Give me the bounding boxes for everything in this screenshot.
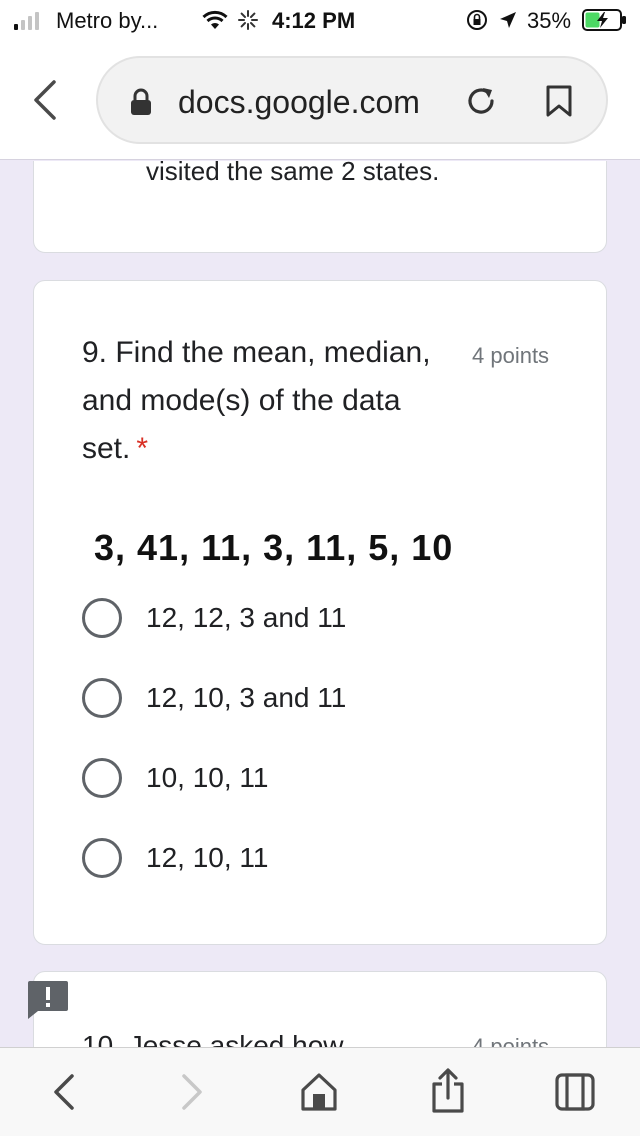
battery-percent: 35%: [527, 8, 572, 33]
previous-question-card: visited the same 2 states.: [33, 161, 607, 253]
option-label: 10, 10, 11: [146, 762, 269, 793]
url-text: docs.google.com: [178, 84, 420, 120]
question-text: 9. Find the mean, median, and mode(s) of…: [82, 336, 431, 465]
back-chevron-icon[interactable]: [30, 78, 60, 122]
question-card-9: 9. Find the mean, median, and mode(s) of…: [33, 280, 607, 945]
browser-toolbar: [0, 1047, 640, 1136]
home-icon[interactable]: [300, 1072, 338, 1112]
bookmark-icon[interactable]: [546, 85, 572, 117]
status-time: 4:12 PM: [272, 8, 356, 33]
orientation-lock-icon: [467, 10, 487, 30]
forward-arrow-icon[interactable]: [178, 1072, 206, 1112]
radio-button[interactable]: [82, 758, 122, 798]
question-points: 4 points: [472, 343, 550, 368]
status-bar: Metro by... 4:12 PM 35%: [0, 0, 640, 40]
reload-icon[interactable]: [464, 84, 498, 118]
answer-option-3[interactable]: 10, 10, 11: [82, 756, 562, 800]
option-label: 12, 10, 11: [146, 842, 269, 873]
radio-button[interactable]: [82, 678, 122, 718]
battery-charging-icon: [582, 9, 626, 31]
form-content[interactable]: visited the same 2 states. 9. Find the m…: [0, 161, 640, 1047]
question-title: 10. Jesse asked how: [82, 1030, 344, 1047]
question-card-10: 10. Jesse asked how 4 points: [33, 971, 607, 1047]
report-issue-icon[interactable]: [26, 979, 70, 1021]
radio-button[interactable]: [82, 598, 122, 638]
padlock-icon: [131, 88, 151, 115]
question-points: 4 points: [472, 1034, 550, 1047]
answer-option-1[interactable]: 12, 12, 3 and 11: [82, 596, 562, 640]
url-field[interactable]: docs.google.com: [96, 56, 608, 144]
answer-option-2[interactable]: 12, 10, 3 and 11: [82, 676, 562, 720]
wifi-icon: [202, 10, 228, 29]
option-label: 12, 12, 3 and 11: [146, 602, 347, 633]
carrier-name: Metro by...: [56, 8, 159, 33]
option-label: 12, 10, 3 and 11: [146, 682, 347, 713]
question-title: 9. Find the mean, median, and mode(s) of…: [82, 329, 462, 473]
share-icon[interactable]: [430, 1068, 466, 1114]
back-arrow-icon[interactable]: [50, 1072, 78, 1112]
data-set: 3, 41, 11, 3, 11, 5, 10: [94, 527, 454, 568]
tabs-icon[interactable]: [554, 1072, 596, 1112]
previous-option-label: visited the same 2 states.: [146, 161, 440, 186]
activity-spinner-icon: [238, 10, 258, 30]
location-arrow-icon: [500, 12, 516, 28]
required-marker: *: [136, 432, 149, 465]
cell-signal-icon: [14, 12, 39, 30]
radio-button[interactable]: [82, 838, 122, 878]
answer-option-4[interactable]: 12, 10, 11: [82, 836, 562, 880]
browser-address-bar: docs.google.com: [0, 40, 640, 160]
